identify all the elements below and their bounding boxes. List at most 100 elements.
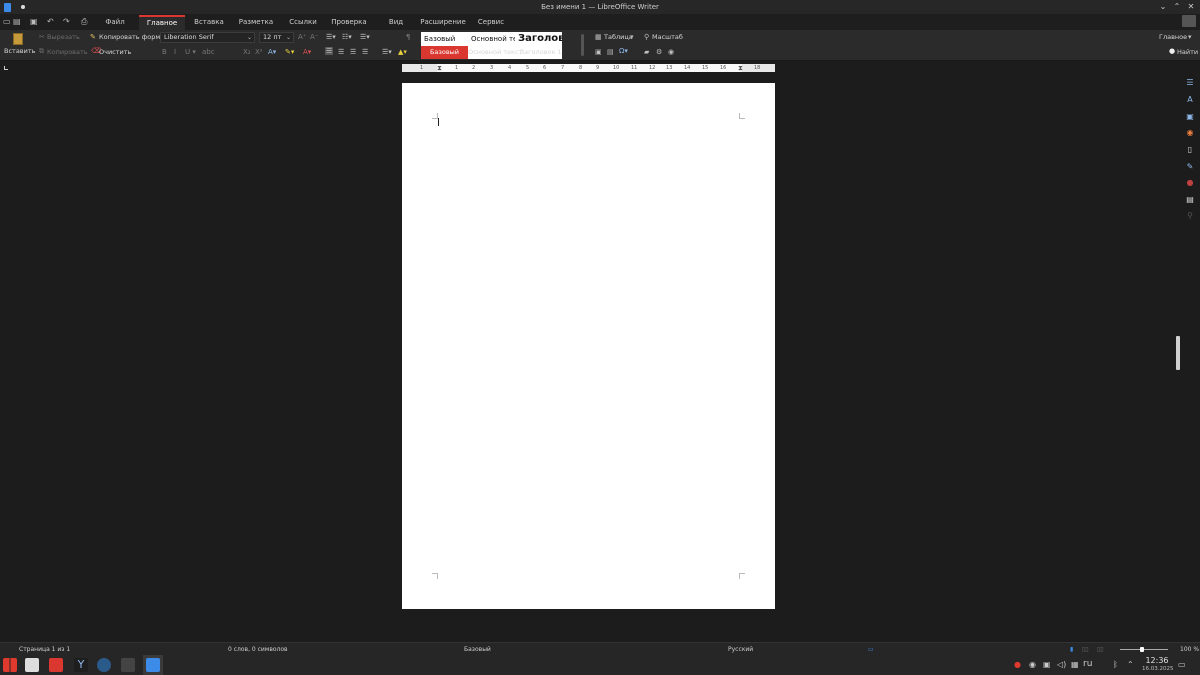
clipboard-icon[interactable]: ▣: [1043, 660, 1051, 669]
cut-button[interactable]: Вырезать: [47, 33, 80, 41]
minimize-icon[interactable]: ⌄: [1158, 2, 1168, 11]
tab-stop-selector[interactable]: [4, 66, 8, 70]
tab-review[interactable]: Проверка: [331, 15, 367, 30]
open-folder-icon[interactable]: ▤: [13, 17, 21, 26]
tray-app-icon[interactable]: ●: [1014, 660, 1021, 669]
document-page[interactable]: [402, 83, 775, 609]
font-name-select[interactable]: Liberation Serif ⌄: [160, 32, 255, 43]
language[interactable]: Русский: [728, 646, 753, 653]
insert-table-button[interactable]: Таблица: [604, 33, 633, 41]
style-heading[interactable]: Заголовок: [518, 33, 562, 44]
zoom-button[interactable]: Масштаб: [652, 33, 683, 41]
tab-insert[interactable]: Вставка: [192, 15, 226, 30]
volume-icon[interactable]: ◁): [1057, 660, 1066, 669]
highlight-color-icon[interactable]: ✎▾: [285, 48, 294, 56]
zoom-icon[interactable]: ⚲: [644, 33, 649, 41]
zoom-slider-handle[interactable]: [1140, 647, 1144, 652]
show-desktop-icon[interactable]: ▭: [1178, 660, 1186, 669]
steam-icon[interactable]: [97, 658, 111, 672]
keyboard-layout[interactable]: ru: [1083, 659, 1092, 669]
subscript-icon[interactable]: X₂: [243, 48, 251, 56]
find-button[interactable]: Найти: [1177, 48, 1198, 56]
network-icon[interactable]: ▦: [1071, 660, 1079, 669]
bold-icon[interactable]: B: [162, 48, 167, 56]
bluetooth-icon[interactable]: ᛒ: [1113, 660, 1118, 669]
clock[interactable]: 12:36 16.03.2025: [1142, 656, 1174, 673]
align-justify-icon[interactable]: ☰: [362, 48, 368, 56]
accessibility-icon[interactable]: ◉: [668, 48, 674, 56]
zoom-level[interactable]: 100 %: [1180, 646, 1199, 653]
properties-icon[interactable]: ☰: [1185, 78, 1195, 88]
page-count[interactable]: Страница 1 из 1: [19, 646, 70, 653]
paste-icon[interactable]: [13, 33, 23, 45]
tab-home[interactable]: Главное: [139, 15, 185, 30]
undo-icon[interactable]: ↶: [47, 17, 54, 26]
redo-icon[interactable]: ↷: [63, 17, 70, 26]
writer-taskbar-icon[interactable]: [146, 658, 160, 672]
ruler-indent-marker[interactable]: ⧗: [437, 64, 442, 72]
style-body-text-label[interactable]: Основной текст: [468, 48, 522, 56]
outline-list-icon[interactable]: ☰▾: [360, 33, 370, 41]
navigator-icon[interactable]: ⚙: [656, 48, 662, 56]
table-icon[interactable]: ▦: [595, 33, 602, 41]
chevron-down-icon[interactable]: ▾: [630, 33, 634, 41]
tab-tools[interactable]: Сервис: [476, 15, 506, 30]
tab-references[interactable]: Ссылки: [287, 15, 319, 30]
ui-mode-select[interactable]: Главное: [1159, 33, 1187, 41]
zoom-slider[interactable]: [1120, 649, 1168, 650]
superscript-icon[interactable]: X²: [255, 48, 263, 56]
clone-format-icon[interactable]: ✎: [90, 33, 96, 41]
find-sidebar-icon[interactable]: ⚲: [1185, 211, 1195, 221]
styles-scrollbar[interactable]: [581, 34, 584, 56]
steam-tray-icon[interactable]: ◉: [1029, 660, 1036, 669]
paragraph-marks-icon[interactable]: ¶: [406, 33, 410, 41]
save-icon[interactable]: ▣: [30, 17, 38, 26]
close-icon[interactable]: ✕: [1186, 2, 1196, 11]
insert-chart-icon[interactable]: ▰: [644, 48, 649, 56]
insert-break-icon[interactable]: ▤: [607, 48, 614, 56]
paste-button[interactable]: Вставить: [4, 47, 35, 55]
tab-view[interactable]: Вид: [386, 15, 406, 30]
style-inspector-icon[interactable]: ✎: [1185, 162, 1195, 172]
numbered-list-icon[interactable]: ☷▾: [342, 33, 352, 41]
style-basic[interactable]: Базовый: [424, 35, 468, 43]
style-body-text[interactable]: Основной текст: [471, 35, 515, 43]
design-icon[interactable]: ▤: [1185, 195, 1195, 205]
bullet-list-icon[interactable]: ☰▾: [326, 33, 336, 41]
clone-format-button[interactable]: Копировать формат: [99, 33, 168, 41]
tab-file[interactable]: Файл: [100, 15, 130, 30]
horizontal-ruler[interactable]: 1 ⧗ 1 2 3 4 5 6 7 8 9 10 11 12 13 14 15 …: [402, 64, 775, 72]
print-icon[interactable]: ⎙: [81, 17, 87, 27]
copy-button[interactable]: Копировать: [47, 48, 88, 56]
maximize-icon[interactable]: ⌃: [1172, 2, 1182, 11]
navigator-icon[interactable]: ◉: [1185, 128, 1195, 138]
align-center-icon[interactable]: ☰: [338, 48, 344, 56]
word-count[interactable]: 0 слов, 0 символов: [228, 646, 288, 653]
insert-image-icon[interactable]: ▣: [595, 48, 602, 56]
page-icon[interactable]: ▯: [1185, 145, 1195, 155]
tab-layout[interactable]: Разметка: [238, 15, 274, 30]
line-spacing-icon[interactable]: ☰▾: [382, 48, 392, 56]
font-color-icon[interactable]: A▾: [303, 48, 311, 56]
copy-icon[interactable]: ⧉: [39, 47, 44, 56]
styles-icon[interactable]: A: [1185, 95, 1195, 105]
book-view-icon[interactable]: ▯▯: [1097, 646, 1104, 653]
cut-icon[interactable]: ✂: [39, 33, 45, 41]
special-character-icon[interactable]: Ω▾: [619, 47, 628, 55]
ruler-right-indent-marker[interactable]: ⧗: [738, 64, 743, 72]
clear-format-button[interactable]: Очистить: [99, 48, 131, 56]
files-icon[interactable]: [49, 658, 63, 672]
grow-font-icon[interactable]: A⁺: [298, 33, 306, 41]
start-menu-icon[interactable]: [3, 658, 17, 672]
console-icon[interactable]: [121, 658, 135, 672]
multi-page-view-icon[interactable]: ▯▯: [1082, 646, 1089, 653]
shrink-font-icon[interactable]: A⁻: [310, 33, 318, 41]
single-page-view-icon[interactable]: ▮: [1070, 646, 1073, 653]
italic-icon[interactable]: I: [174, 48, 176, 56]
font-size-select[interactable]: 12 пт ⌄: [259, 32, 294, 43]
terminal-icon[interactable]: [25, 658, 39, 672]
style-basic-selected[interactable]: Базовый: [421, 46, 468, 59]
browser-icon[interactable]: Y: [74, 658, 88, 672]
align-right-icon[interactable]: ☰: [350, 48, 356, 56]
chevron-down-icon[interactable]: ▾: [1188, 33, 1192, 41]
